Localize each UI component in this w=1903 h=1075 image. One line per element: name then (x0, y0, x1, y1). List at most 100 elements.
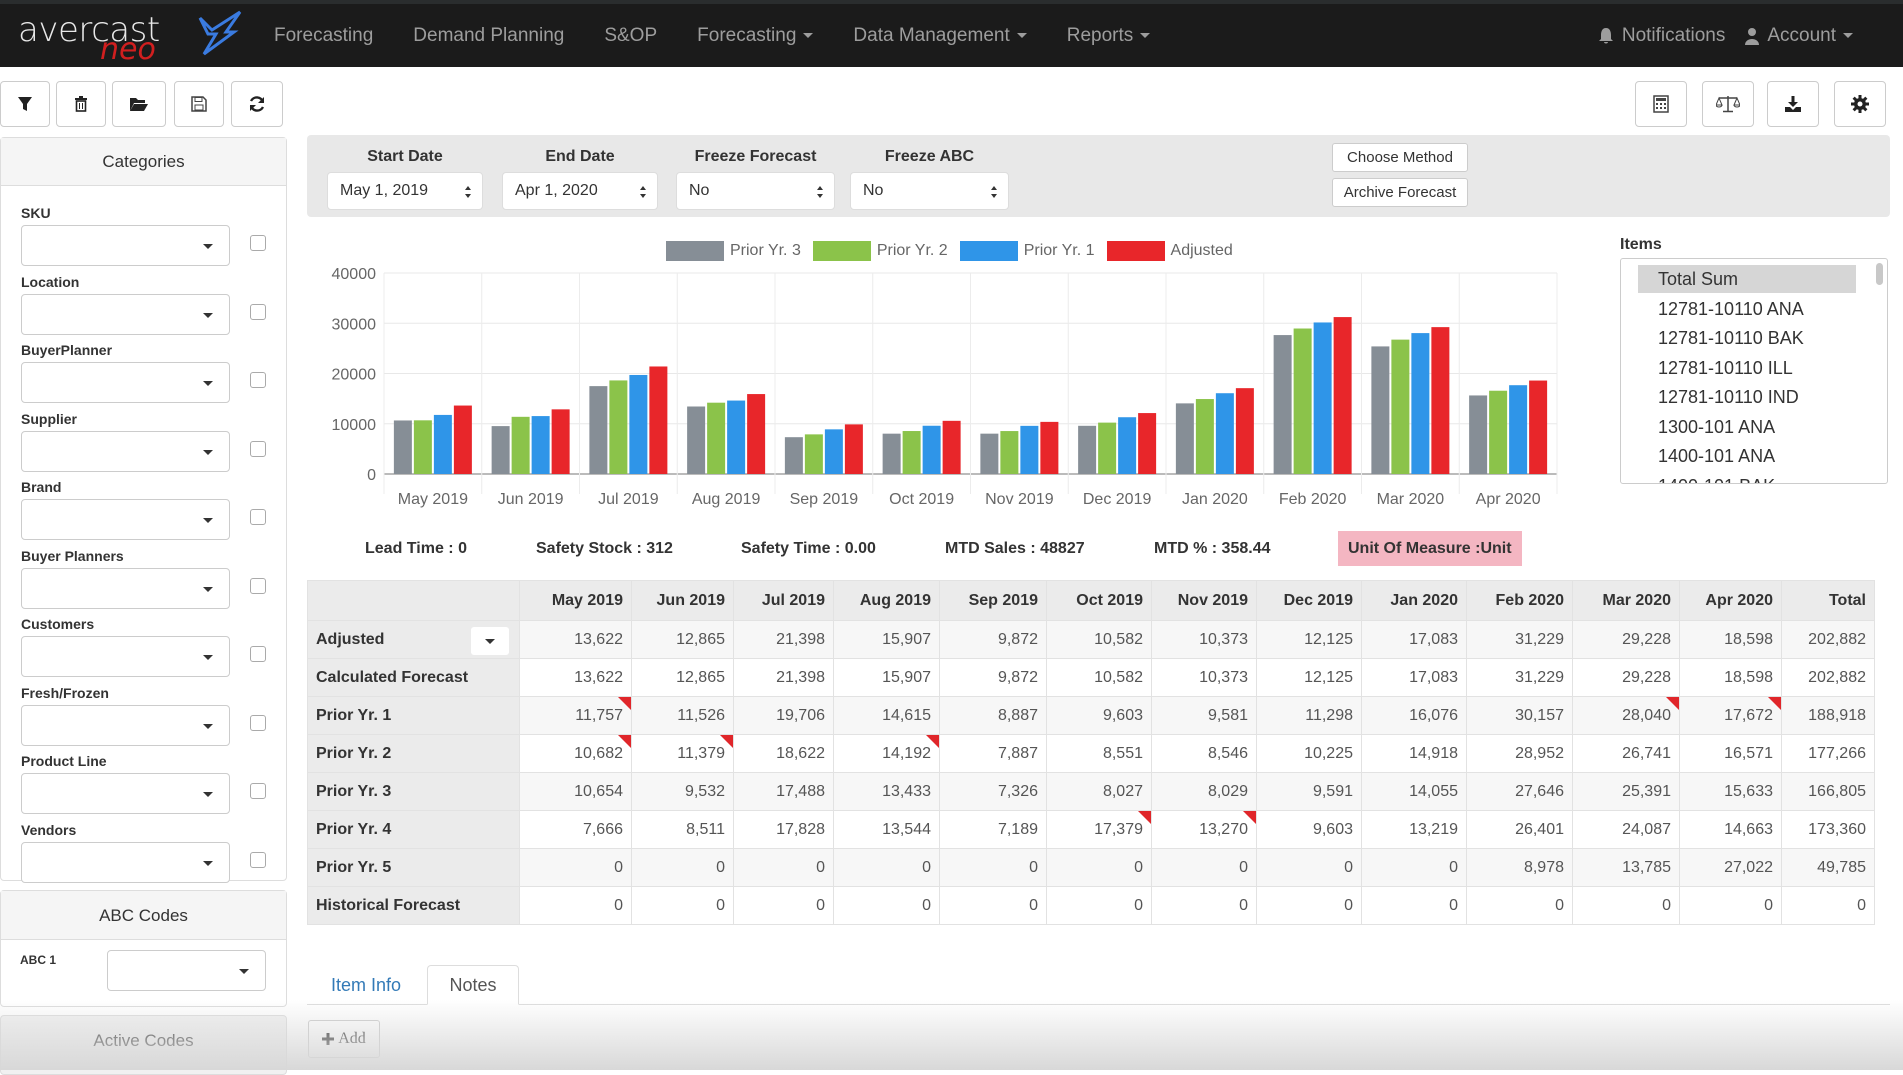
table-cell[interactable]: 0 (733, 848, 834, 887)
tab-notes[interactable]: Notes (427, 965, 519, 1005)
fresh-frozen-checkbox[interactable] (250, 714, 266, 731)
supplier-select[interactable] (21, 430, 230, 472)
table-cell[interactable]: 0 (631, 848, 734, 887)
sku-select[interactable] (21, 225, 230, 266)
table-cell[interactable]: 8,029 (1151, 772, 1257, 811)
table-cell[interactable]: 0 (939, 886, 1047, 925)
archive-forecast-button[interactable]: Archive Forecast (1332, 178, 1468, 207)
table-cell[interactable]: 0 (833, 848, 940, 887)
table-cell[interactable]: 10,582 (1046, 620, 1152, 659)
table-cell[interactable]: 13,219 (1361, 810, 1467, 849)
table-cell[interactable]: 21,398 (733, 658, 834, 697)
nav-link-reports-menu[interactable]: Reports (1047, 25, 1171, 47)
product-line-checkbox[interactable] (250, 783, 266, 799)
buyerplanner-select[interactable] (21, 362, 230, 403)
buyer-planners-checkbox[interactable] (250, 577, 266, 594)
settings-button[interactable] (1834, 81, 1886, 127)
table-cell[interactable]: 0 (1046, 886, 1152, 925)
table-cell[interactable]: 8,027 (1046, 772, 1152, 811)
comment-flag-icon[interactable] (926, 735, 939, 748)
tab-item-info[interactable]: Item Info (313, 965, 419, 1005)
table-cell[interactable]: 18,598 (1679, 658, 1782, 697)
product-line-select[interactable] (21, 773, 230, 814)
table-cell[interactable]: 0 (519, 886, 632, 925)
table-cell[interactable]: 0 (1046, 848, 1152, 887)
items-list-option[interactable]: 1400-101 BAK (1638, 472, 1856, 484)
table-cell[interactable]: 0 (1151, 886, 1257, 925)
table-cell[interactable]: 17,083 (1361, 620, 1467, 659)
table-cell[interactable]: 13,785 (1572, 848, 1680, 887)
table-cell[interactable]: 0 (733, 886, 834, 925)
nav-link-s-op[interactable]: S&OP (584, 25, 677, 47)
table-cell[interactable]: 10,225 (1256, 734, 1362, 773)
table-cell[interactable]: 10,682 (519, 734, 632, 773)
table-cell[interactable]: 16,571 (1679, 734, 1782, 773)
table-cell[interactable]: 0 (519, 848, 632, 887)
freeze-forecast-select[interactable]: No (676, 172, 835, 210)
table-cell[interactable]: 8,887 (939, 696, 1047, 735)
table-cell[interactable]: 8,978 (1466, 848, 1573, 887)
table-cell[interactable]: 19,706 (733, 696, 834, 735)
table-cell[interactable]: 0 (833, 886, 940, 925)
active-codes-panel[interactable]: Active Codes (0, 1015, 287, 1075)
freeze-abc-select[interactable]: No (850, 172, 1009, 210)
table-cell[interactable]: 9,603 (1046, 696, 1152, 735)
comment-flag-icon[interactable] (1138, 811, 1151, 824)
nav-link-data-management-menu[interactable]: Data Management (833, 25, 1046, 47)
table-cell[interactable]: 8,551 (1046, 734, 1152, 773)
open-button[interactable] (112, 81, 166, 127)
nav-link-forecasting-menu[interactable]: Forecasting (677, 25, 833, 47)
table-cell[interactable]: 8,546 (1151, 734, 1257, 773)
customers-checkbox[interactable] (250, 646, 266, 662)
table-cell[interactable]: 11,757 (519, 696, 632, 735)
comment-flag-icon[interactable] (618, 697, 631, 710)
items-list-option[interactable]: 12781-10110 BAK (1638, 324, 1856, 352)
brand-checkbox[interactable] (250, 509, 266, 525)
table-cell[interactable]: 29,228 (1572, 658, 1680, 697)
table-cell[interactable]: 11,379 (631, 734, 734, 773)
items-list-option[interactable]: 1400-101 ANA (1638, 442, 1856, 470)
notifications-link[interactable]: Notifications (1588, 25, 1736, 47)
start-date-select[interactable]: May 1, 2019 (327, 172, 483, 210)
customers-select[interactable] (21, 636, 230, 677)
table-cell[interactable]: 7,326 (939, 772, 1047, 811)
items-scrollbar[interactable] (1876, 263, 1883, 285)
table-cell[interactable]: 27,646 (1466, 772, 1573, 811)
table-cell[interactable]: 13,433 (833, 772, 940, 811)
items-list-option[interactable]: 12781-10110 ANA (1638, 295, 1856, 323)
table-cell[interactable]: 0 (1256, 848, 1362, 887)
items-list-option[interactable]: 12781-10110 IND (1638, 383, 1856, 411)
filter-button[interactable] (0, 81, 50, 127)
table-cell[interactable]: 17,083 (1361, 658, 1467, 697)
table-cell[interactable]: 13,622 (519, 620, 632, 659)
table-cell[interactable]: 11,298 (1256, 696, 1362, 735)
sku-checkbox[interactable] (250, 235, 266, 251)
vendors-select[interactable] (21, 841, 230, 883)
brand-select[interactable] (21, 499, 230, 540)
table-cell[interactable]: 28,952 (1466, 734, 1573, 773)
location-checkbox[interactable] (250, 303, 266, 320)
table-cell[interactable]: 12,125 (1256, 620, 1362, 659)
table-cell[interactable]: 17,828 (733, 810, 834, 849)
table-cell[interactable]: 13,622 (519, 658, 632, 697)
table-cell[interactable]: 28,040 (1572, 696, 1680, 735)
vendors-checkbox[interactable] (250, 851, 266, 868)
table-cell[interactable]: 7,887 (939, 734, 1047, 773)
table-cell[interactable]: 12,865 (631, 620, 734, 659)
buyer-planners-select[interactable] (21, 567, 230, 609)
table-cell[interactable]: 9,581 (1151, 696, 1257, 735)
table-cell[interactable]: 12,865 (631, 658, 734, 697)
table-cell[interactable]: 15,907 (833, 658, 940, 697)
account-menu[interactable]: Account (1735, 25, 1863, 47)
buyerplanner-checkbox[interactable] (250, 372, 266, 388)
table-cell[interactable]: 9,603 (1256, 810, 1362, 849)
table-cell[interactable]: 9,532 (631, 772, 734, 811)
table-cell[interactable]: 31,229 (1466, 620, 1573, 659)
comment-flag-icon[interactable] (1243, 811, 1256, 824)
table-cell[interactable]: 10,373 (1151, 658, 1257, 697)
comment-flag-icon[interactable] (1768, 697, 1781, 710)
table-cell[interactable]: 10,582 (1046, 658, 1152, 697)
table-cell[interactable]: 12,125 (1256, 658, 1362, 697)
table-cell[interactable]: 26,741 (1572, 734, 1680, 773)
table-cell[interactable]: 0 (1256, 886, 1362, 925)
